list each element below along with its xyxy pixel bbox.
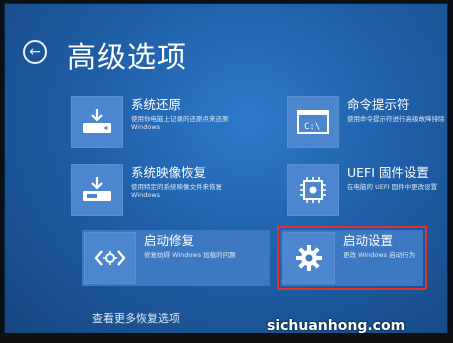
tile-desc: 使用命令提示符进行高级故障排除 [347, 115, 445, 123]
tile-system-restore[interactable]: 系统还原 使用你电脑上记录的还原点来还原 Windows [71, 96, 229, 148]
command-prompt-icon: C:\ [287, 96, 339, 148]
tile-title: 启动修复 [144, 233, 195, 248]
tile-desc: 使用你电脑上记录的还原点来还原 Windows [131, 115, 229, 131]
highlight-box [277, 226, 427, 290]
tile-desc: 在电脑的 UEFI 固件中更改设置 [347, 183, 438, 191]
tile-title: 命令提示符 [347, 97, 410, 112]
watermark: sichuanhong.com [267, 318, 406, 334]
more-recovery-options-link[interactable]: 查看更多恢复选项 [92, 310, 180, 326]
tile-title: 系统映像恢复 [131, 165, 207, 180]
tile-startup-repair[interactable]: 启动修复 修复妨碍 Windows 加载的问题 [82, 230, 270, 286]
recovery-screen: ← 高级选项 系统还原 使用你电脑上记录的还原点来还原 Windows C:\ … [4, 3, 448, 335]
startup-repair-icon [84, 232, 136, 284]
svg-text:C:\: C:\ [304, 122, 320, 132]
system-image-icon [71, 164, 123, 216]
tile-desc: 修复妨碍 Windows 加载的问题 [144, 251, 236, 259]
tile-uefi-firmware-settings[interactable]: UEFI 固件设置 在电脑的 UEFI 固件中更改设置 [287, 164, 437, 216]
tile-system-image-recovery[interactable]: 系统映像恢复 使用特定的系统映像文件来恢复 Windows [71, 164, 222, 216]
monitor-bezel [0, 333, 453, 343]
back-button[interactable]: ← [23, 40, 47, 64]
tile-command-prompt[interactable]: C:\ 命令提示符 使用命令提示符进行高级故障排除 [287, 96, 445, 148]
restore-drive-icon [71, 96, 123, 148]
tile-desc: 使用特定的系统映像文件来恢复 Windows [131, 183, 222, 199]
uefi-chip-icon [287, 164, 339, 216]
page-title: 高级选项 [67, 40, 188, 74]
back-arrow-icon: ← [29, 44, 41, 60]
tile-title: UEFI 固件设置 [347, 165, 429, 180]
tile-title: 系统还原 [131, 97, 182, 112]
